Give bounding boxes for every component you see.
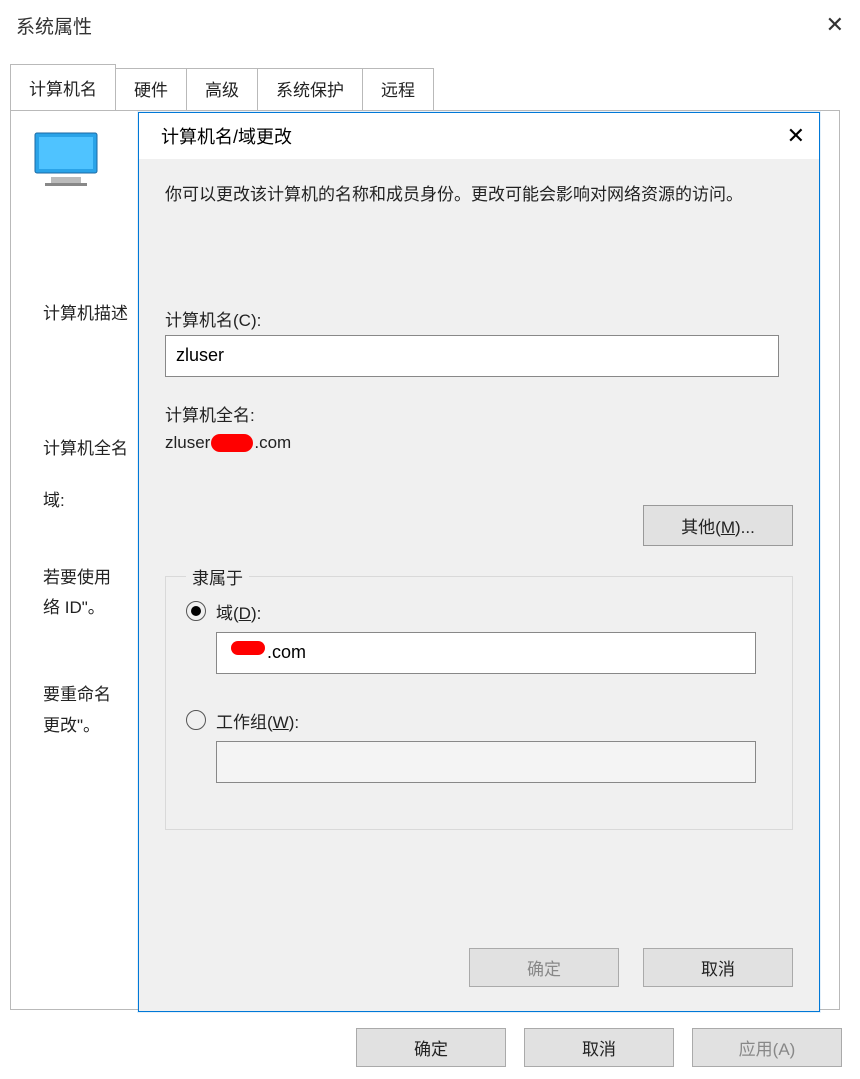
radio-domain-row[interactable]: 域(D): (186, 599, 772, 624)
cancel-button[interactable]: 取消 (643, 948, 793, 987)
member-of-group: 隶属于 域(D): 工作组(W): (165, 576, 793, 830)
outer-button-row: 确定 取消 应用(A) (356, 1028, 842, 1067)
group-legend: 隶属于 (186, 564, 249, 589)
computer-name-input[interactable] (165, 335, 779, 377)
other-button-row: 其他(M)... (165, 505, 793, 546)
close-icon[interactable]: ✕ (826, 12, 844, 38)
cancel-button[interactable]: 取消 (524, 1028, 674, 1067)
label-fullname: 计算机全名 (43, 434, 128, 465)
tab-advanced[interactable]: 高级 (186, 68, 258, 114)
fullname-label: 计算机全名: (165, 401, 793, 426)
inner-button-row: 确定 取消 (469, 948, 793, 987)
label-domain: 域: (43, 486, 128, 517)
rename-dialog-title: 计算机名/域更改 (161, 123, 292, 149)
label-wizard-2: 络 ID"。 (43, 593, 128, 624)
close-icon[interactable]: ✕ (787, 123, 805, 149)
ok-button[interactable]: 确定 (469, 948, 619, 987)
tab-computer-name[interactable]: 计算机名 (10, 64, 116, 110)
redaction-mark (231, 641, 265, 655)
radio-workgroup[interactable] (186, 710, 206, 730)
rename-dialog: 计算机名/域更改 ✕ 你可以更改该计算机的名称和成员身份。更改可能会影响对网络资… (138, 112, 820, 1012)
system-properties-titlebar: 系统属性 ✕ (0, 0, 860, 50)
intro-text: 你可以更改该计算机的名称和成员身份。更改可能会影响对网络资源的访问。 (165, 181, 793, 210)
radio-domain-label: 域(D): (216, 599, 261, 624)
tab-system-protection[interactable]: 系统保护 (257, 68, 363, 114)
other-button[interactable]: 其他(M)... (643, 505, 793, 546)
fullname-value: zluser.com (165, 430, 793, 453)
rename-dialog-titlebar: 计算机名/域更改 ✕ (139, 113, 819, 159)
radio-workgroup-row[interactable]: 工作组(W): (186, 708, 772, 733)
radio-domain[interactable] (186, 601, 206, 621)
system-properties-title: 系统属性 (16, 12, 92, 39)
computer-name-label: 计算机名(C): (165, 306, 793, 331)
computer-icon (31, 129, 109, 194)
rename-dialog-body: 你可以更改该计算机的名称和成员身份。更改可能会影响对网络资源的访问。 计算机名(… (139, 159, 819, 830)
workgroup-input (216, 741, 756, 783)
tab-remote[interactable]: 远程 (362, 68, 434, 114)
radio-workgroup-label: 工作组(W): (216, 708, 299, 733)
label-wizard-1: 若要使用 (43, 563, 128, 594)
domain-input[interactable] (216, 632, 756, 674)
left-labels: 计算机描述 计算机全名 域: 若要使用 络 ID"。 要重命名 更改"。 (43, 299, 128, 741)
tabs: 计算机名 硬件 高级 系统保护 远程 (10, 64, 848, 110)
tab-hardware[interactable]: 硬件 (115, 68, 187, 114)
ok-button[interactable]: 确定 (356, 1028, 506, 1067)
label-rename-2: 更改"。 (43, 711, 128, 742)
label-rename-1: 要重命名 (43, 680, 128, 711)
apply-button[interactable]: 应用(A) (692, 1028, 842, 1067)
domain-input-wrap (186, 632, 772, 698)
redaction-mark (211, 434, 253, 452)
label-description: 计算机描述 (43, 299, 128, 330)
